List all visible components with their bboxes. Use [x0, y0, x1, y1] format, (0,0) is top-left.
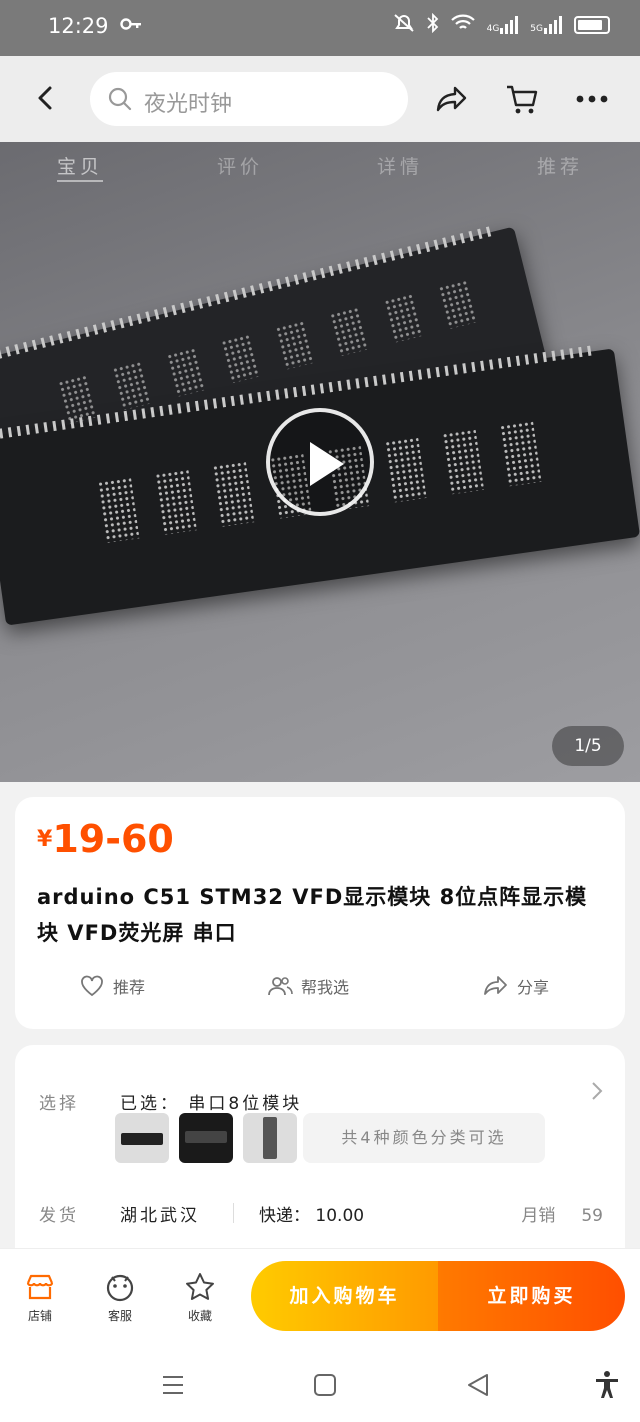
search-placeholder: 夜光时钟	[144, 92, 233, 117]
color-options-note[interactable]: 共4种颜色分类可选	[303, 1113, 545, 1163]
recommend-label: 推荐	[113, 978, 146, 997]
details-card[interactable]: 选择 已选： 串口8位模块 共4种颜色分类可选 发货 湖北武汉 快递： 10.0…	[15, 1045, 625, 1255]
monthly-sales: 月销 59	[521, 1201, 603, 1226]
store-label: 店铺	[27, 1309, 52, 1323]
chevron-right-icon	[591, 1081, 603, 1107]
price: ¥19-60	[37, 817, 174, 861]
battery-icon	[574, 16, 610, 34]
select-label: 选择	[39, 1094, 79, 1114]
accessibility-icon[interactable]	[592, 1370, 622, 1400]
bottom-action-bar: 店铺 客服 收藏 加入购物车 立即购买	[0, 1248, 640, 1348]
signal-5g-icon: 5G	[530, 16, 562, 34]
system-nav-bar	[0, 1348, 640, 1422]
home-icon[interactable]	[310, 1370, 340, 1400]
product-media[interactable]: 宝贝 评价 详情 推荐 1/5	[0, 142, 640, 782]
product-title: arduino C51 STM32 VFD显示模块 8位点阵显示模块 VFD荧光…	[37, 885, 588, 945]
express-fee: 快递： 10.00	[259, 1206, 365, 1226]
service-label: 客服	[107, 1309, 132, 1323]
status-bar: 12:29 4G 5G	[0, 0, 640, 56]
product-info-card: ¥19-60 arduino C51 STM32 VFD显示模块 8位点阵显示模…	[15, 797, 625, 1029]
network-label-2: 5G	[530, 24, 543, 34]
monthly-count: 59	[581, 1206, 603, 1226]
tab-label: 详情	[376, 156, 423, 178]
tab-reviews[interactable]: 评价	[160, 142, 320, 206]
selected-option: 已选： 串口8位模块	[120, 1094, 303, 1114]
tab-recommend[interactable]: 推荐	[480, 142, 640, 206]
more-icon[interactable]	[575, 82, 609, 116]
share-label: 分享	[517, 978, 550, 997]
help-choose-label: 帮我选	[301, 978, 350, 997]
tab-baby[interactable]: 宝贝	[0, 142, 160, 206]
people-icon	[268, 977, 293, 996]
service-button[interactable]: 客服	[90, 1271, 150, 1324]
buy-now-button[interactable]: 立即购买	[438, 1261, 625, 1331]
option-thumbnail[interactable]	[243, 1113, 297, 1163]
search-icon	[108, 87, 132, 111]
signal-4g-icon: 4G	[487, 16, 519, 34]
cart-icon[interactable]	[505, 82, 539, 116]
store-icon	[26, 1274, 54, 1300]
store-button[interactable]: 店铺	[10, 1271, 70, 1324]
media-tabs: 宝贝 评价 详情 推荐	[0, 142, 640, 206]
option-thumbnail[interactable]	[115, 1113, 169, 1163]
status-time: 12:29	[48, 14, 109, 38]
price-value: 19-60	[52, 817, 174, 861]
tab-label: 评价	[216, 156, 263, 178]
ship-label: 发货	[39, 1206, 79, 1226]
menu-icon[interactable]	[158, 1370, 188, 1400]
play-button[interactable]	[266, 408, 374, 516]
key-icon	[120, 16, 142, 37]
customer-service-icon	[106, 1274, 134, 1302]
recommend-button[interactable]: 推荐	[79, 973, 145, 999]
image-pager: 1/5	[552, 726, 624, 766]
tab-label: 宝贝	[56, 156, 103, 182]
network-label-1: 4G	[486, 24, 500, 34]
purchase-buttons: 加入购物车 立即购买	[251, 1261, 625, 1331]
search-bar[interactable]: 夜光时钟	[90, 72, 408, 126]
favorite-label: 收藏	[187, 1309, 212, 1323]
battery-fill	[578, 20, 602, 30]
heart-icon	[81, 975, 103, 997]
star-icon	[186, 1273, 214, 1300]
help-choose-button[interactable]: 帮我选	[267, 973, 349, 999]
share-icon[interactable]	[435, 82, 469, 116]
back-button[interactable]	[30, 80, 62, 116]
divider	[233, 1203, 234, 1223]
favorite-button[interactable]: 收藏	[170, 1271, 230, 1324]
mute-icon	[393, 13, 415, 37]
ship-from: 湖北武汉	[120, 1206, 200, 1226]
tab-details[interactable]: 详情	[320, 142, 480, 206]
tab-label: 推荐	[536, 156, 583, 178]
add-to-cart-button[interactable]: 加入购物车	[251, 1261, 438, 1331]
share-icon	[484, 976, 507, 995]
option-thumbnail[interactable]	[179, 1113, 233, 1163]
share-product-button[interactable]: 分享	[483, 973, 549, 999]
top-bar: 夜光时钟	[0, 56, 640, 142]
chevron-left-icon	[38, 86, 52, 110]
monthly-label: 月销	[521, 1206, 556, 1226]
currency-symbol: ¥	[37, 827, 53, 852]
wifi-icon	[450, 14, 475, 36]
bluetooth-icon	[426, 12, 439, 37]
back-nav-icon[interactable]	[463, 1370, 493, 1400]
